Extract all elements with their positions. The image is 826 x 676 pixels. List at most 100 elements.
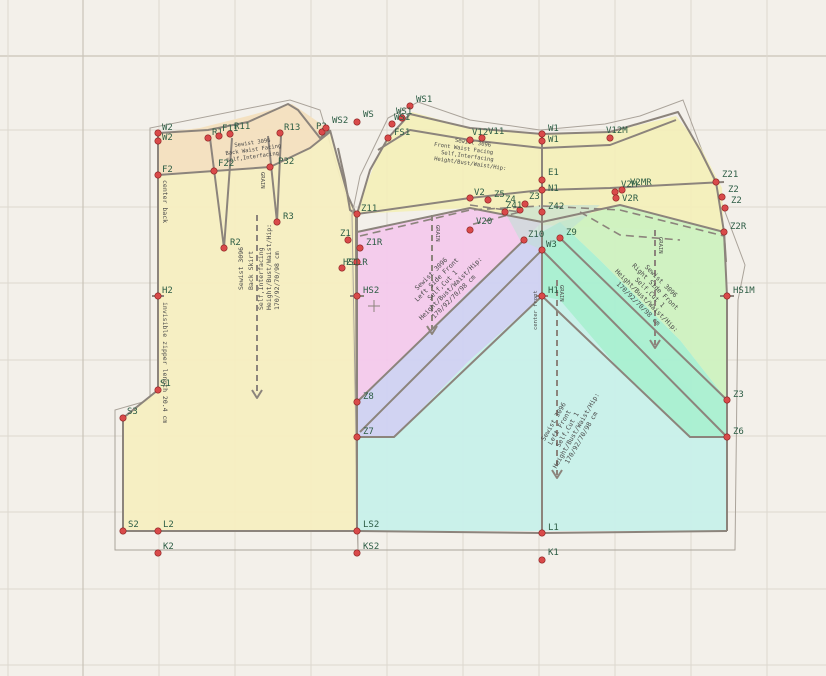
point-marker[interactable]: [538, 292, 546, 300]
point-marker[interactable]: [478, 134, 486, 142]
point-z2r[interactable]: Z2R: [720, 222, 747, 236]
point-label: Z3: [529, 192, 540, 202]
point-marker[interactable]: [556, 234, 564, 242]
point-marker[interactable]: [353, 118, 361, 126]
point-label: Z41: [506, 201, 522, 211]
point-label: F22: [218, 159, 234, 169]
back-skirt-line-0: Sewist 3096: [237, 247, 245, 290]
back-skirt-line-4: 170/92/70/98 cm: [273, 251, 281, 310]
point-marker[interactable]: [154, 292, 162, 300]
point-label: E1: [548, 168, 559, 178]
point-marker[interactable]: [266, 163, 274, 171]
point-label: W2: [162, 123, 173, 133]
point-marker[interactable]: [353, 527, 361, 535]
point-marker[interactable]: [154, 129, 162, 137]
point-marker[interactable]: [356, 244, 364, 252]
point-label: K1: [548, 548, 559, 558]
point-label: Z10: [528, 230, 544, 240]
point-marker[interactable]: [712, 178, 720, 186]
point-label: V2: [474, 188, 485, 198]
point-label: R13: [284, 123, 300, 133]
point-marker[interactable]: [538, 246, 546, 254]
point-label: KS2: [363, 542, 379, 552]
point-label: R11: [234, 122, 250, 132]
point-marker[interactable]: [204, 134, 212, 142]
point-label: V20: [476, 217, 492, 227]
point-k2[interactable]: K2: [154, 542, 174, 557]
point-marker[interactable]: [538, 130, 546, 138]
point-marker[interactable]: [721, 204, 729, 212]
point-marker[interactable]: [466, 226, 474, 234]
point-marker[interactable]: [353, 292, 361, 300]
point-marker[interactable]: [353, 398, 361, 406]
grain-label-back: GRAIN: [259, 172, 265, 189]
point-label: Z8: [363, 392, 374, 402]
back-skirt-line-2: Self,Interfacing: [257, 247, 265, 310]
point-label: Z3: [733, 390, 744, 400]
point-marker[interactable]: [220, 244, 228, 252]
point-label: N1: [548, 184, 559, 194]
point-label: Z1R: [366, 238, 383, 248]
point-marker[interactable]: [384, 134, 392, 142]
point-marker[interactable]: [538, 529, 546, 537]
point-marker[interactable]: [119, 414, 127, 422]
pattern-drawing[interactable]: Sewist 3096 Back Skirt Self,Interfacing …: [0, 0, 826, 676]
point-label: WS2: [332, 116, 348, 126]
point-z21[interactable]: Z21: [712, 170, 738, 186]
point-marker[interactable]: [353, 210, 361, 218]
point-label: V2MR: [630, 178, 652, 188]
point-label: LS2: [363, 520, 379, 530]
point-marker[interactable]: [718, 193, 726, 201]
point-marker[interactable]: [720, 228, 728, 236]
point-label: HS1M: [733, 286, 755, 296]
back-skirt-piece[interactable]: [114, 99, 359, 551]
pattern-canvas[interactable]: Sewist 3096 Back Skirt Self,Interfacing …: [0, 0, 826, 676]
point-marker[interactable]: [353, 433, 361, 441]
point-marker[interactable]: [611, 188, 619, 196]
point-ws[interactable]: WS: [353, 110, 374, 126]
point-label: W1: [548, 135, 559, 145]
point-marker[interactable]: [154, 527, 162, 535]
point-marker[interactable]: [612, 194, 620, 202]
point-marker[interactable]: [210, 167, 218, 175]
point-marker[interactable]: [538, 556, 546, 564]
point-marker[interactable]: [538, 137, 546, 145]
point-label: H1: [548, 286, 559, 296]
point-marker[interactable]: [466, 194, 474, 202]
point-marker[interactable]: [273, 218, 281, 226]
point-marker[interactable]: [723, 292, 731, 300]
point-marker[interactable]: [618, 186, 626, 194]
point-marker[interactable]: [723, 396, 731, 404]
point-hs1m[interactable]: HS1M: [723, 286, 755, 300]
point-label: Z42: [548, 202, 564, 212]
grain-label-center: GRAIN: [558, 285, 564, 302]
zipper-note-label: invisible zipper length 20.4 cm: [161, 302, 169, 423]
point-marker[interactable]: [538, 176, 546, 184]
point-marker[interactable]: [538, 208, 546, 216]
point-marker[interactable]: [154, 549, 162, 557]
point-marker[interactable]: [276, 129, 284, 137]
point-marker[interactable]: [119, 527, 127, 535]
point-hs1[interactable]: HS1: [343, 258, 361, 268]
point-marker[interactable]: [154, 171, 162, 179]
point-z11[interactable]: Z11: [353, 204, 377, 218]
point-marker[interactable]: [322, 124, 330, 132]
point-marker[interactable]: [226, 130, 234, 138]
point-marker[interactable]: [723, 433, 731, 441]
back-skirt-line-3: Height/Bust/Waist/Hip:: [265, 224, 273, 310]
point-label: Z6: [733, 427, 744, 437]
back-skirt-line-1: Back Skirt: [247, 251, 255, 290]
point-marker[interactable]: [484, 196, 492, 204]
point-label: W1: [548, 124, 559, 134]
point-marker[interactable]: [154, 137, 162, 145]
point-label: V12M: [606, 126, 628, 136]
point-marker[interactable]: [353, 549, 361, 557]
point-marker[interactable]: [521, 200, 529, 208]
point-label: F2: [162, 165, 173, 175]
point-label: P32: [278, 157, 294, 167]
point-label: Z21: [722, 170, 738, 180]
point-label: Z2: [728, 185, 739, 195]
point-marker[interactable]: [520, 236, 528, 244]
point-label: Z7: [363, 427, 374, 437]
point-label: W2: [162, 133, 173, 143]
